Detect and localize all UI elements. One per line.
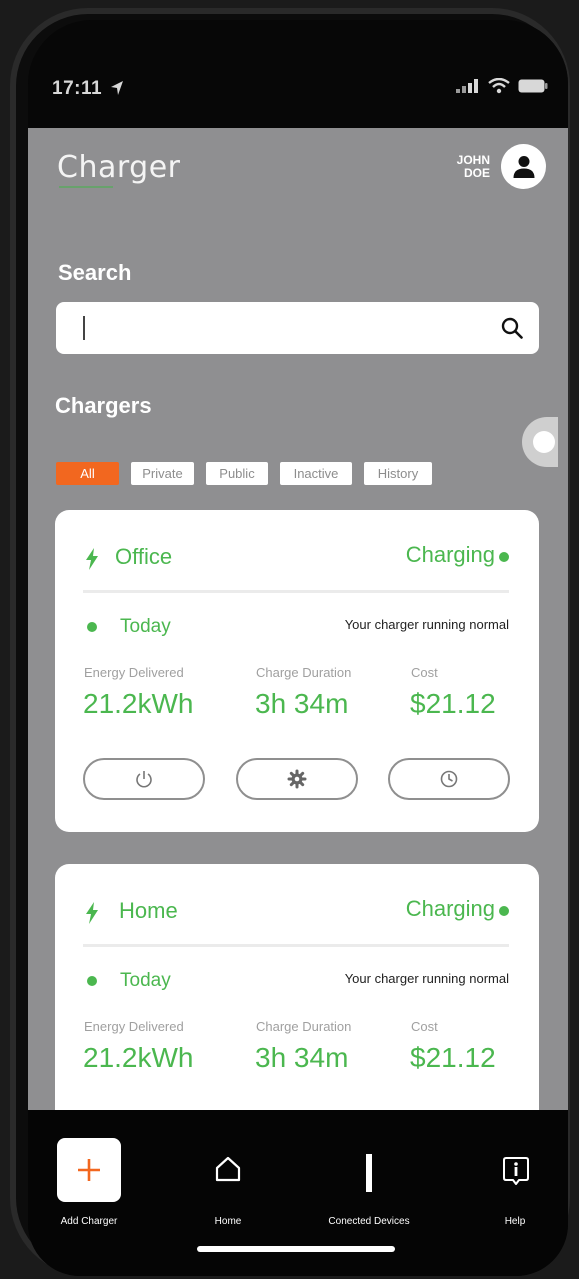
card-divider <box>83 944 509 947</box>
nav-label: Conected Devices <box>328 1216 410 1227</box>
filter-chip-inactive[interactable]: Inactive <box>280 462 352 485</box>
stat-label-duration: Charge Duration <box>256 665 352 680</box>
plus-icon <box>78 1159 100 1181</box>
card-divider <box>83 590 509 593</box>
home-indicator[interactable] <box>197 1246 395 1252</box>
filter-chip-history[interactable]: History <box>364 462 432 485</box>
cellular-signal-icon <box>456 79 480 98</box>
filter-chip-private[interactable]: Private <box>131 462 194 485</box>
stat-value-duration: 3h 34m <box>255 1042 349 1073</box>
bolt-icon <box>85 548 99 575</box>
user-name[interactable]: JOHN DOE <box>444 154 490 180</box>
stat-value-cost: $21.12 <box>410 688 496 719</box>
charger-card-home[interactable]: Home Charging Today Your charger running… <box>55 864 539 1110</box>
status-bar: 17:11 <box>28 20 568 128</box>
add-charger-button[interactable] <box>57 1138 121 1202</box>
wifi-icon <box>488 77 510 99</box>
status-dot <box>499 906 509 916</box>
app-screen: 17:11 Charger JOHN DOE Search Chargers A… <box>28 20 568 1276</box>
home-icon <box>215 1156 241 1185</box>
user-last-name: DOE <box>463 166 490 180</box>
search-input[interactable] <box>92 312 476 346</box>
main-content: Charger JOHN DOE Search Chargers All Pri… <box>28 128 568 1110</box>
brand-logo: Charger <box>57 150 181 185</box>
charger-card-office[interactable]: Office Charging Today Your charger runni… <box>55 510 539 832</box>
info-icon <box>502 1156 530 1189</box>
stat-value-duration: 3h 34m <box>255 688 349 719</box>
status-time: 17:11 <box>52 78 103 99</box>
period-label: Today <box>120 970 171 991</box>
schedule-button[interactable] <box>388 758 510 800</box>
clock-icon <box>440 770 458 788</box>
stat-value-energy: 21.2kWh <box>83 688 194 719</box>
period-label: Today <box>120 616 171 637</box>
charger-plug-icon <box>363 1154 373 1195</box>
chargers-section-title: Chargers <box>55 393 152 418</box>
stat-label-cost: Cost <box>411 1019 438 1034</box>
today-dot <box>87 976 97 986</box>
nav-label: Home <box>214 1216 242 1227</box>
brand-underline <box>59 186 113 188</box>
charger-status: Charging <box>405 896 495 921</box>
text-caret <box>83 316 85 340</box>
power-icon <box>136 771 152 788</box>
search-section-title: Search <box>58 260 132 285</box>
gear-icon <box>287 769 307 789</box>
stat-label-energy: Energy Delivered <box>84 665 184 680</box>
charger-name: Office <box>115 544 173 569</box>
charger-name: Home <box>119 898 178 923</box>
user-icon <box>513 155 534 178</box>
avatar[interactable] <box>501 144 546 189</box>
nav-label: Help <box>504 1216 526 1227</box>
stat-value-cost: $21.12 <box>410 1042 496 1073</box>
stat-label-cost: Cost <box>411 665 438 680</box>
status-message: Your charger running normal <box>344 617 509 632</box>
search-bar[interactable] <box>56 302 539 354</box>
filter-chip-public[interactable]: Public <box>206 462 268 485</box>
stat-label-duration: Charge Duration <box>256 1019 352 1034</box>
side-toggle-knob <box>533 431 555 453</box>
settings-button[interactable] <box>236 758 358 800</box>
filter-chip-all[interactable]: All <box>56 462 119 485</box>
charger-status: Charging <box>405 542 495 567</box>
filter-chips: All Private Public Inactive History <box>56 462 432 485</box>
search-icon[interactable] <box>501 317 523 344</box>
status-message: Your charger running normal <box>344 971 509 986</box>
power-button[interactable] <box>83 758 205 800</box>
location-arrow-icon <box>110 80 124 101</box>
stat-label-energy: Energy Delivered <box>84 1019 184 1034</box>
today-dot <box>87 622 97 632</box>
nav-label: Add Charger <box>60 1216 118 1227</box>
status-dot <box>499 552 509 562</box>
bolt-icon <box>85 902 99 929</box>
stat-value-energy: 21.2kWh <box>83 1042 194 1073</box>
battery-icon <box>518 79 548 98</box>
